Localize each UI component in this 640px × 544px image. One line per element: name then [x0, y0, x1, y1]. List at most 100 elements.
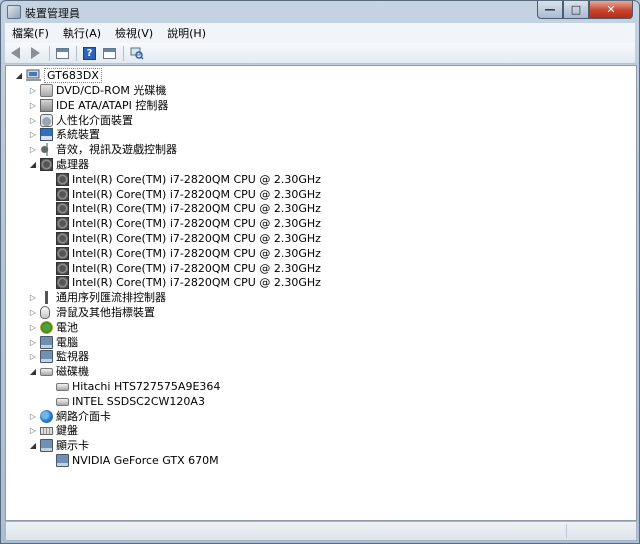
help-icon: ?	[83, 46, 96, 60]
tree-device[interactable]: Intel(R) Core(TM) i7-2820QM CPU @ 2.30GH…	[6, 216, 626, 231]
processor-icon	[56, 172, 69, 186]
processor-icon	[56, 261, 69, 275]
expand-arrow-icon[interactable]: ▷	[28, 305, 38, 320]
view-button[interactable]	[101, 45, 118, 61]
tree-item-label: 電池	[56, 320, 78, 334]
expand-arrow-icon[interactable]: ▷	[28, 142, 38, 157]
network-adapter-icon	[40, 409, 53, 423]
expand-arrow-icon[interactable]: ▷	[28, 290, 38, 305]
expand-arrow-icon[interactable]: ▷	[28, 349, 38, 364]
expand-arrow-icon[interactable]: ▷	[28, 127, 38, 142]
tree-category[interactable]: ▷ 電腦	[6, 335, 626, 350]
device-tree[interactable]: ◢ GT683DX ▷ DVD/CD-ROM 光碟機 ▷ IDE ATA/ATAPI …	[5, 65, 637, 521]
processor-icon	[56, 217, 69, 231]
tree-item-label: Intel(R) Core(TM) i7-2820QM CPU @ 2.30GH…	[72, 172, 321, 186]
collapse-arrow-icon[interactable]: ◢	[28, 157, 38, 172]
status-divider	[566, 524, 568, 538]
tree-device[interactable]: Intel(R) Core(TM) i7-2820QM CPU @ 2.30GH…	[6, 187, 626, 202]
view-window-icon	[103, 47, 116, 59]
tree-category[interactable]: ▷ IDE ATA/ATAPI 控制器	[6, 98, 626, 113]
toolbar-separator	[123, 45, 124, 61]
display-adapter-icon	[40, 439, 53, 453]
tree-device[interactable]: Hitachi HTS727575A9E364	[6, 379, 626, 394]
device-manager-app-icon	[7, 5, 21, 19]
tree-category[interactable]: ◢ 顯示卡	[6, 438, 626, 453]
tree-category[interactable]: ▷ 音效，視訊及遊戲控制器	[6, 142, 626, 157]
scan-hardware-button[interactable]	[128, 45, 145, 61]
tree-item-label: 磁碟機	[56, 365, 89, 379]
tree-item-label: Intel(R) Core(TM) i7-2820QM CPU @ 2.30GH…	[72, 276, 321, 290]
expand-arrow-icon[interactable]: ▷	[28, 320, 38, 335]
tree-item-label: Intel(R) Core(TM) i7-2820QM CPU @ 2.30GH…	[72, 217, 321, 231]
tree-device[interactable]: Intel(R) Core(TM) i7-2820QM CPU @ 2.30GH…	[6, 275, 626, 290]
tree-device[interactable]: Intel(R) Core(TM) i7-2820QM CPU @ 2.30GH…	[6, 231, 626, 246]
tree-item-label: 系統裝置	[56, 128, 100, 142]
tree-category[interactable]: ▷ 鍵盤	[6, 423, 626, 438]
collapse-arrow-icon[interactable]: ◢	[14, 68, 24, 83]
minimize-button[interactable]: —	[537, 1, 563, 19]
expand-arrow-icon[interactable]: ▷	[28, 83, 38, 98]
system-device-icon	[40, 128, 53, 142]
tree-device[interactable]: Intel(R) Core(TM) i7-2820QM CPU @ 2.30GH…	[6, 261, 626, 276]
device-manager-window: 裝置管理員 — □ ✕ 檔案(F) 執行(A) 檢視(V) 說明(H) ? ◢ …	[0, 0, 640, 544]
toolbar: ?	[5, 43, 635, 64]
display-adapter-icon	[56, 454, 69, 467]
tree-device[interactable]: NVIDIA GeForce GTX 670M	[6, 453, 626, 468]
tree-category[interactable]: ▷ 監視器	[6, 349, 626, 364]
properties-button[interactable]	[54, 45, 71, 61]
tree-root[interactable]: ◢ GT683DX	[6, 68, 626, 83]
tree-category[interactable]: ▷ DVD/CD-ROM 光碟機	[6, 83, 626, 98]
tree-category[interactable]: ▷ 網路介面卡	[6, 409, 626, 424]
tree-item-label: IDE ATA/ATAPI 控制器	[56, 98, 169, 112]
forward-button[interactable]	[27, 45, 44, 61]
tree-item-label: 處理器	[56, 158, 89, 171]
back-arrow-icon	[11, 47, 20, 59]
tree-item-label: 鍵盤	[56, 424, 78, 438]
tree-category[interactable]: ▷ 通用序列匯流排控制器	[6, 290, 626, 305]
toolbar-separator	[49, 45, 50, 61]
tree-item-label: Hitachi HTS727575A9E364	[72, 380, 221, 393]
menu-file[interactable]: 檔案(F)	[5, 25, 56, 41]
tree-category[interactable]: ▷ 電池	[6, 320, 626, 335]
menu-view[interactable]: 檢視(V)	[108, 25, 160, 41]
tree-item-label: INTEL SSDSC2CW120A3	[72, 394, 205, 408]
sound-icon	[40, 143, 53, 157]
processor-icon	[56, 202, 69, 216]
tree-device[interactable]: Intel(R) Core(TM) i7-2820QM CPU @ 2.30GH…	[6, 201, 626, 216]
tree-device[interactable]: Intel(R) Core(TM) i7-2820QM CPU @ 2.30GH…	[6, 172, 626, 187]
tree-category[interactable]: ◢ 處理器	[6, 157, 626, 172]
tree-item-label: 人性化介面裝置	[56, 113, 133, 127]
expand-arrow-icon[interactable]: ▷	[28, 423, 38, 438]
back-button[interactable]	[7, 45, 24, 61]
processor-icon	[40, 158, 53, 171]
expand-arrow-icon[interactable]: ▷	[28, 335, 38, 350]
close-button[interactable]: ✕	[589, 1, 633, 19]
menu-action[interactable]: 執行(A)	[56, 25, 108, 41]
tree-category[interactable]: ▷ 人性化介面裝置	[6, 113, 626, 128]
help-button[interactable]: ?	[81, 45, 98, 61]
tree-device[interactable]: Intel(R) Core(TM) i7-2820QM CPU @ 2.30GH…	[6, 246, 626, 261]
collapse-arrow-icon[interactable]: ◢	[28, 364, 38, 379]
disc-icon	[40, 84, 53, 97]
tree-category[interactable]: ◢ 磁碟機	[6, 364, 626, 379]
title-bar[interactable]: 裝置管理員 — □ ✕	[1, 1, 639, 23]
tree-category[interactable]: ▷ 滑鼠及其他指標裝置	[6, 305, 626, 320]
tree-item-label: DVD/CD-ROM 光碟機	[56, 84, 167, 97]
menu-help[interactable]: 說明(H)	[160, 25, 213, 41]
tree-category[interactable]: ▷ 系統裝置	[6, 127, 626, 142]
tree-item-label: Intel(R) Core(TM) i7-2820QM CPU @ 2.30GH…	[72, 232, 321, 245]
expand-arrow-icon[interactable]: ▷	[28, 409, 38, 424]
maximize-button[interactable]: □	[563, 1, 589, 19]
expand-arrow-icon[interactable]: ▷	[28, 98, 38, 113]
tree-item-label: NVIDIA GeForce GTX 670M	[72, 454, 219, 467]
tree-device[interactable]: INTEL SSDSC2CW120A3	[6, 394, 626, 409]
root-label: GT683DX	[44, 68, 102, 83]
expand-arrow-icon[interactable]: ▷	[28, 113, 38, 128]
tree-item-label: 顯示卡	[56, 439, 89, 453]
properties-window-icon	[56, 47, 69, 59]
collapse-arrow-icon[interactable]: ◢	[28, 438, 38, 453]
disk-drive-icon	[40, 368, 53, 377]
window-title: 裝置管理員	[25, 7, 80, 20]
hid-icon	[40, 113, 53, 127]
tree-item-label: Intel(R) Core(TM) i7-2820QM CPU @ 2.30GH…	[72, 202, 321, 216]
